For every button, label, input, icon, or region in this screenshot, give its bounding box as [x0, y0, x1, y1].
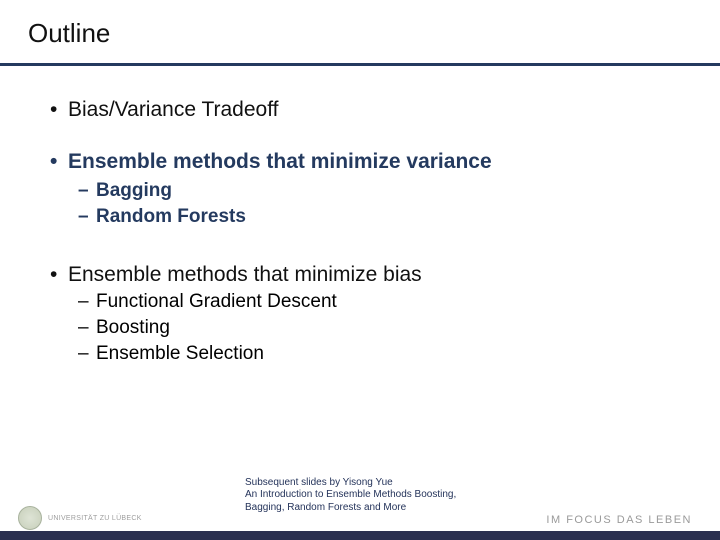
dash-icon: –: [78, 315, 96, 341]
sub-list-3: –Functional Gradient Descent –Boosting –…: [78, 289, 680, 366]
sub-item: –Bagging: [78, 178, 680, 204]
bullet-item-1: •Bias/Variance Tradeoff: [50, 98, 680, 122]
title-area: Outline: [0, 0, 720, 55]
item-text: Ensemble methods that minimize variance: [68, 150, 492, 173]
bullet-item-2: •Ensemble methods that minimize variance: [50, 150, 680, 174]
credit-line: Subsequent slides by Yisong Yue: [245, 477, 456, 490]
sub-item: –Random Forests: [78, 204, 680, 230]
sub-item: –Ensemble Selection: [78, 341, 680, 367]
university-logo: UNIVERSITÄT ZU LÜBECK: [18, 506, 142, 530]
sub-text: Functional Gradient Descent: [96, 291, 337, 312]
dash-icon: –: [78, 204, 96, 230]
bullet-icon: •: [50, 263, 68, 287]
footer-bar: [0, 531, 720, 540]
bullet-icon: •: [50, 98, 68, 122]
item-text: Bias/Variance Tradeoff: [68, 98, 279, 121]
seal-icon: [18, 506, 42, 530]
bullet-icon: •: [50, 150, 68, 174]
content-area: •Bias/Variance Tradeoff •Ensemble method…: [0, 66, 720, 366]
sub-item: –Boosting: [78, 315, 680, 341]
footer: UNIVERSITÄT ZU LÜBECK IM FOCUS DAS LEBEN: [0, 494, 720, 540]
sub-text: Boosting: [96, 317, 170, 338]
sub-list-2: –Bagging –Random Forests: [78, 178, 680, 229]
bullet-item-3: •Ensemble methods that minimize bias: [50, 263, 680, 287]
sub-text: Random Forests: [96, 206, 246, 227]
sub-text: Bagging: [96, 180, 172, 201]
dash-icon: –: [78, 289, 96, 315]
sub-text: Ensemble Selection: [96, 343, 264, 364]
dash-icon: –: [78, 341, 96, 367]
university-name: UNIVERSITÄT ZU LÜBECK: [48, 515, 142, 522]
slide-title: Outline: [28, 18, 720, 49]
sub-item: –Functional Gradient Descent: [78, 289, 680, 315]
item-text: Ensemble methods that minimize bias: [68, 263, 422, 286]
dash-icon: –: [78, 178, 96, 204]
footer-motto: IM FOCUS DAS LEBEN: [546, 514, 692, 526]
